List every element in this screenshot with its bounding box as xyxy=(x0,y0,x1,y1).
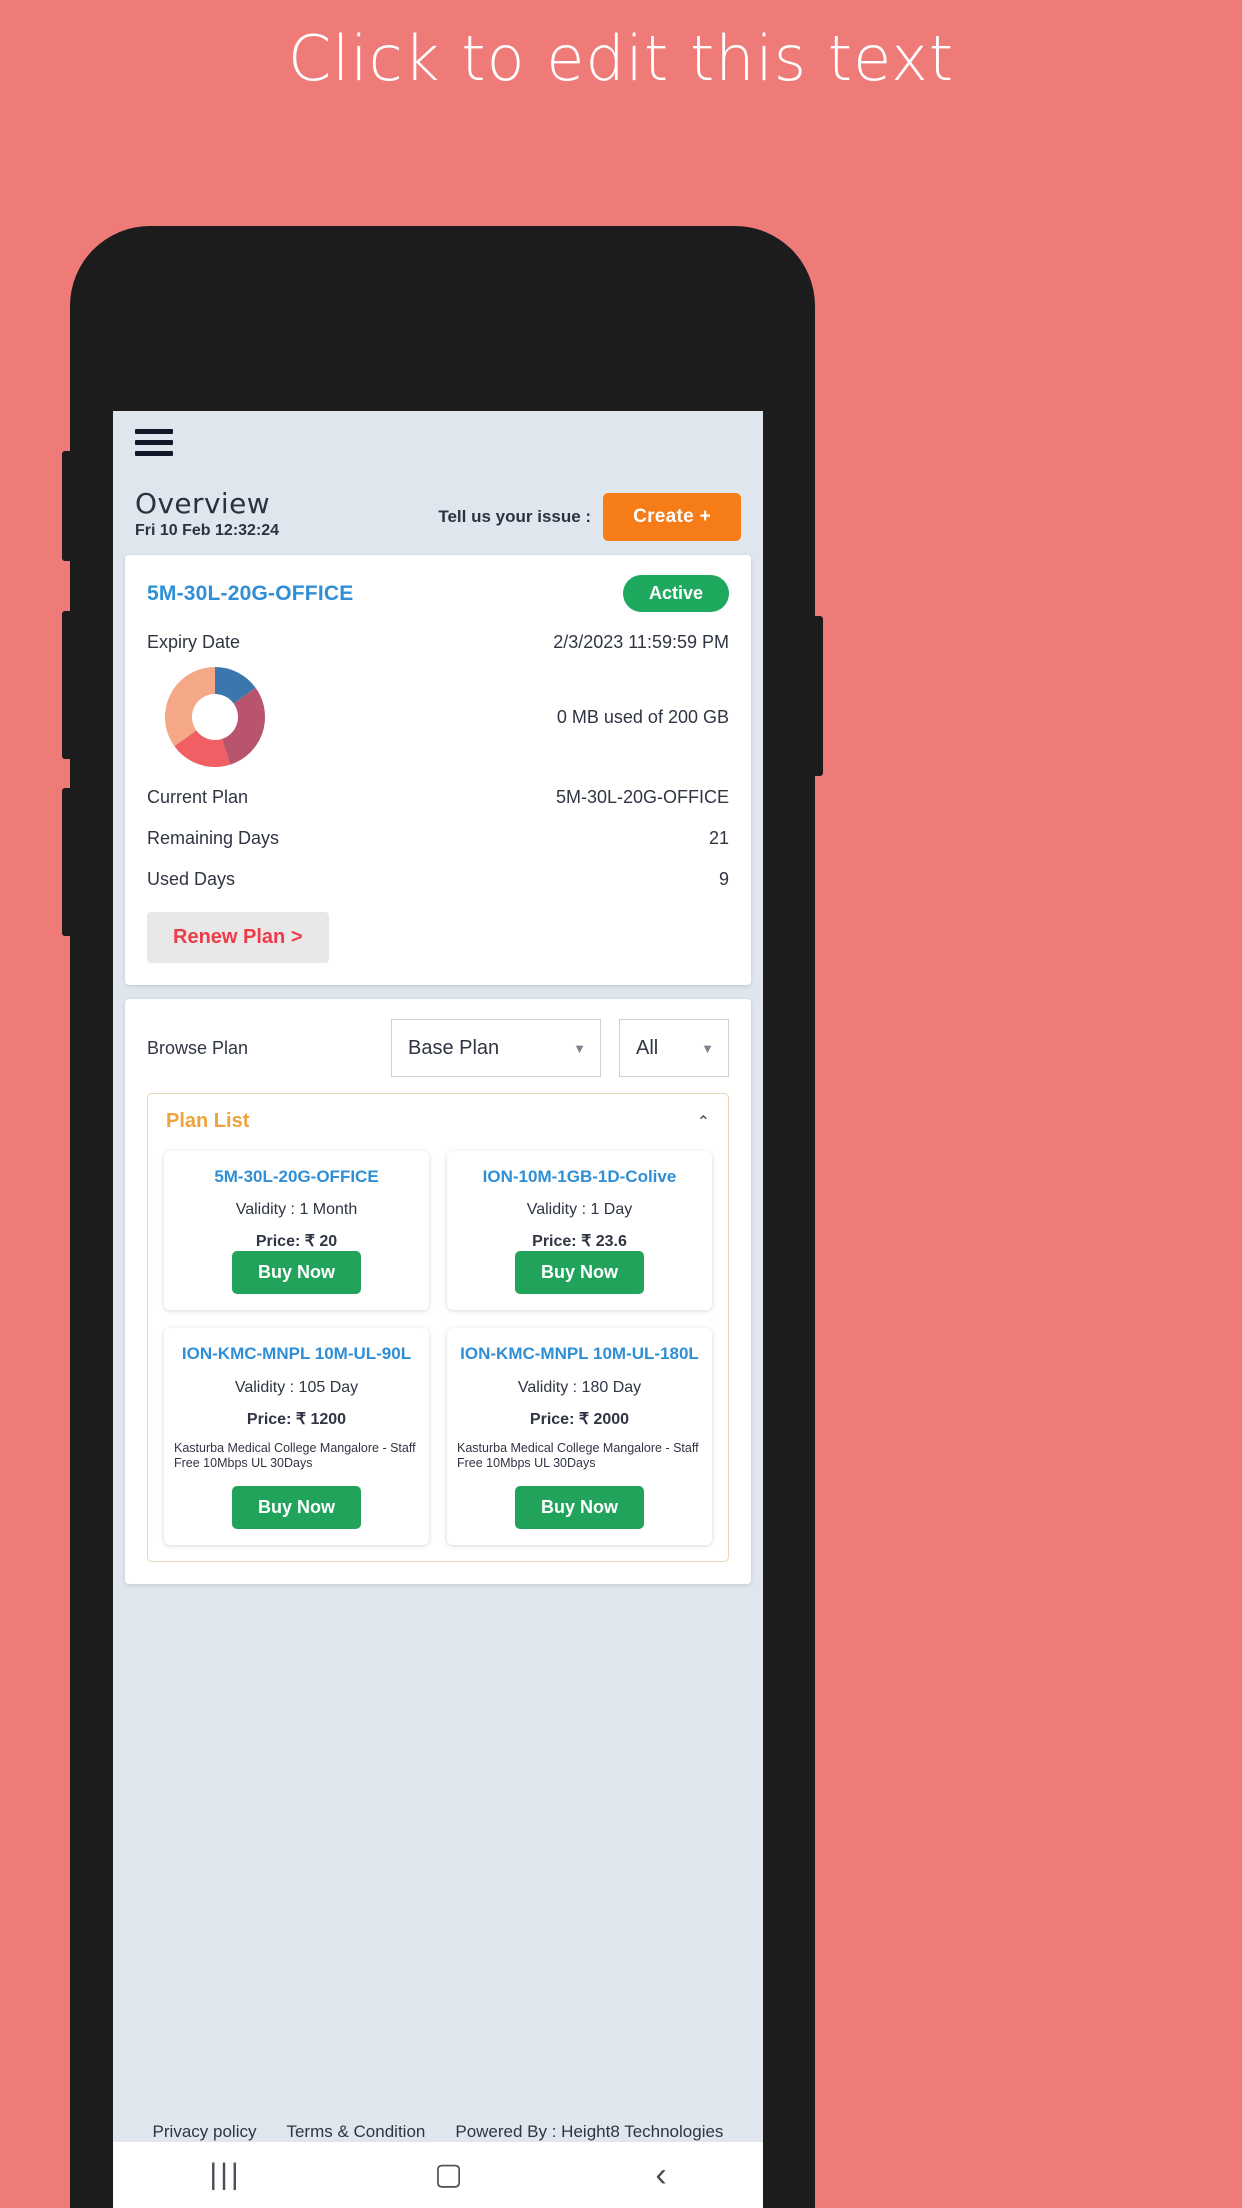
plan-card[interactable]: 5M-30L-20G-OFFICE Validity : 1 Month Pri… xyxy=(164,1151,429,1311)
plan-card-price: Price: ₹ 2000 xyxy=(529,1410,630,1428)
overview-header: Overview Fri 10 Feb 12:32:24 Tell us you… xyxy=(113,473,763,541)
status-badge: Active xyxy=(622,575,729,612)
current-plan-value: 5M-30L-20G-OFFICE xyxy=(555,787,729,807)
used-days-row: Used Days 9 xyxy=(147,869,729,890)
plan-card-validity: Validity : 1 Month xyxy=(235,1201,358,1219)
current-plan-row: Current Plan 5M-30L-20G-OFFICE xyxy=(147,787,729,808)
plan-type-value: Base Plan xyxy=(408,1036,500,1059)
app-viewport: Overview Fri 10 Feb 12:32:24 Tell us you… xyxy=(113,411,763,2208)
page-title: Overview xyxy=(135,487,271,520)
buy-now-button[interactable]: Buy Now xyxy=(231,1251,361,1295)
remaining-days-value: 21 xyxy=(708,828,729,848)
buy-now-button[interactable]: Buy Now xyxy=(514,1486,644,1530)
plan-grid: 5M-30L-20G-OFFICE Validity : 1 Month Pri… xyxy=(160,1151,716,1546)
page-datetime: Fri 10 Feb 12:32:24 xyxy=(135,522,280,539)
page-headline: Click to edit this text xyxy=(287,22,955,95)
expiry-label: Expiry Date xyxy=(147,632,241,652)
create-ticket-button[interactable]: Create + xyxy=(603,493,741,541)
android-navbar: ||| ▢ ‹ xyxy=(113,2142,763,2208)
plan-type-select[interactable]: Base Plan ▼ xyxy=(391,1019,601,1077)
browse-plan-card: Browse Plan Base Plan ▼ All ▼ Plan List … xyxy=(125,999,751,1585)
back-icon[interactable]: ‹ xyxy=(655,2158,666,2192)
recents-icon[interactable]: ||| xyxy=(209,2160,241,2190)
used-days-label: Used Days xyxy=(147,869,236,889)
app-footer: Privacy policy Terms & Condition Powered… xyxy=(113,2122,763,2142)
plan-list-title: Plan List xyxy=(166,1110,250,1132)
phone-side-button-right xyxy=(811,616,823,776)
plan-card-name: ION-KMC-MNPL 10M-UL-90L xyxy=(181,1344,412,1364)
current-plan-header: 5M-30L-20G-OFFICE Active xyxy=(147,575,729,612)
browse-plan-row: Browse Plan Base Plan ▼ All ▼ xyxy=(147,1019,729,1077)
donut-hole xyxy=(192,694,238,740)
browse-plan-label: Browse Plan xyxy=(147,1037,249,1058)
phone-screen: Overview Fri 10 Feb 12:32:24 Tell us you… xyxy=(113,411,763,2208)
plan-list-header[interactable]: Plan List ⌃ xyxy=(160,1104,716,1137)
renew-plan-button[interactable]: Renew Plan > xyxy=(147,912,329,963)
plan-filter-value: All xyxy=(636,1036,659,1059)
overview-title-block: Overview Fri 10 Feb 12:32:24 xyxy=(135,487,279,540)
plan-card-name: ION-KMC-MNPL 10M-UL-180L xyxy=(460,1344,699,1364)
expiry-value: 2/3/2023 11:59:59 PM xyxy=(553,632,729,652)
current-plan-card: 5M-30L-20G-OFFICE Active Expiry Date 2/3… xyxy=(125,555,751,985)
home-icon[interactable]: ▢ xyxy=(434,2160,462,2190)
plan-card-description: Kasturba Medical College Mangalore - Sta… xyxy=(457,1440,699,1471)
phone-side-button-top xyxy=(62,451,74,561)
app-topbar xyxy=(113,411,763,473)
phone-side-button-middle xyxy=(62,611,74,759)
remaining-days-row: Remaining Days 21 xyxy=(147,828,729,849)
powered-by-text: Powered By : Height8 Technologies xyxy=(455,2122,724,2141)
hamburger-icon[interactable] xyxy=(135,429,173,456)
used-days-value: 9 xyxy=(718,869,729,889)
plan-card-validity: Validity : 105 Day xyxy=(234,1378,359,1396)
issue-label: Tell us your issue : xyxy=(438,507,592,526)
current-plan-label: Current Plan xyxy=(147,787,249,807)
plan-card[interactable]: ION-10M-1GB-1D-Colive Validity : 1 Day P… xyxy=(447,1151,712,1311)
expiry-row: Expiry Date 2/3/2023 11:59:59 PM xyxy=(147,632,729,653)
buy-now-button[interactable]: Buy Now xyxy=(231,1486,361,1530)
usage-donut-chart xyxy=(165,667,265,767)
buy-now-button[interactable]: Buy Now xyxy=(514,1251,644,1295)
issue-area: Tell us your issue : Create + xyxy=(438,493,741,541)
plan-card[interactable]: ION-KMC-MNPL 10M-UL-180L Validity : 180 … xyxy=(447,1328,712,1546)
chevron-down-icon: ▼ xyxy=(573,1040,586,1056)
phone-frame: Overview Fri 10 Feb 12:32:24 Tell us you… xyxy=(62,226,823,2208)
plan-card-price: Price: ₹ 1200 xyxy=(246,1410,347,1428)
plan-card[interactable]: ION-KMC-MNPL 10M-UL-90L Validity : 105 D… xyxy=(164,1328,429,1546)
plan-filter-select[interactable]: All ▼ xyxy=(619,1019,729,1077)
remaining-days-label: Remaining Days xyxy=(147,828,280,848)
plan-list-panel: Plan List ⌃ 5M-30L-20G-OFFICE Validity :… xyxy=(147,1093,729,1563)
privacy-policy-link[interactable]: Privacy policy xyxy=(153,2122,257,2142)
plan-card-validity: Validity : 180 Day xyxy=(517,1378,642,1396)
plan-card-description: Kasturba Medical College Mangalore - Sta… xyxy=(174,1440,416,1471)
plan-card-name: 5M-30L-20G-OFFICE xyxy=(214,1167,379,1186)
plan-card-name: ION-10M-1GB-1D-Colive xyxy=(482,1167,677,1186)
chevron-up-icon[interactable]: ⌃ xyxy=(697,1112,710,1132)
usage-text: 0 MB used of 200 GB xyxy=(556,706,729,727)
usage-row: 0 MB used of 200 GB xyxy=(147,667,729,767)
plan-card-price: Price: ₹ 20 xyxy=(255,1233,338,1251)
plan-card-price: Price: ₹ 23.6 xyxy=(532,1233,627,1251)
current-plan-name: 5M-30L-20G-OFFICE xyxy=(147,581,354,605)
terms-condition-link[interactable]: Terms & Condition xyxy=(286,2122,425,2142)
chevron-down-icon: ▼ xyxy=(701,1040,714,1056)
plan-card-validity: Validity : 1 Day xyxy=(526,1201,633,1219)
phone-side-button-bottom xyxy=(62,788,74,936)
